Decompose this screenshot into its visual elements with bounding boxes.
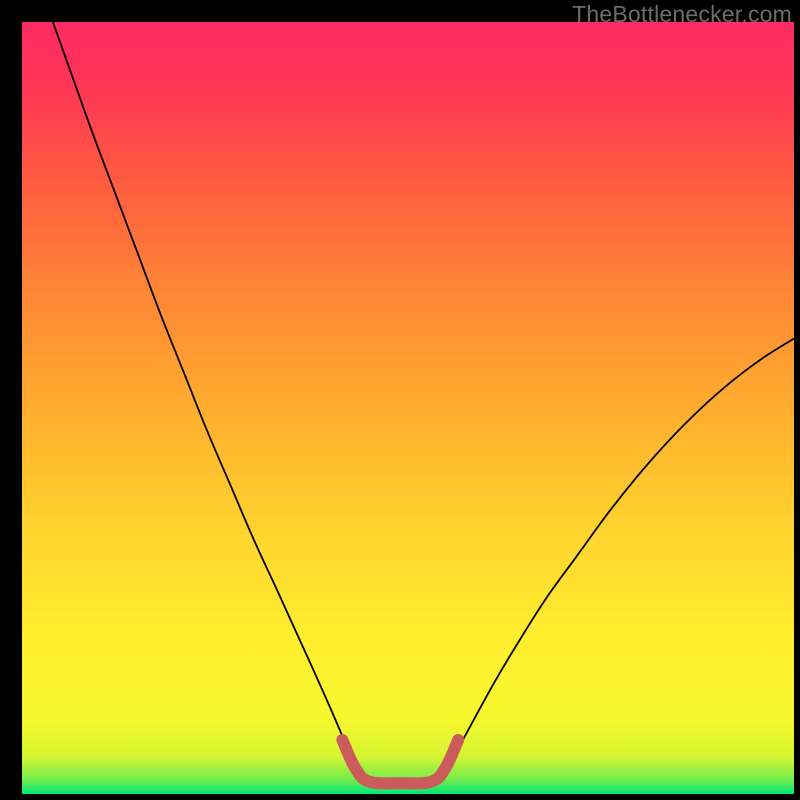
chart-svg (22, 22, 794, 794)
chart-frame: TheBottlenecker.com (0, 0, 800, 800)
plot-area (22, 22, 794, 794)
gradient-background (22, 22, 794, 794)
watermark-label: TheBottlenecker.com (572, 1, 792, 28)
